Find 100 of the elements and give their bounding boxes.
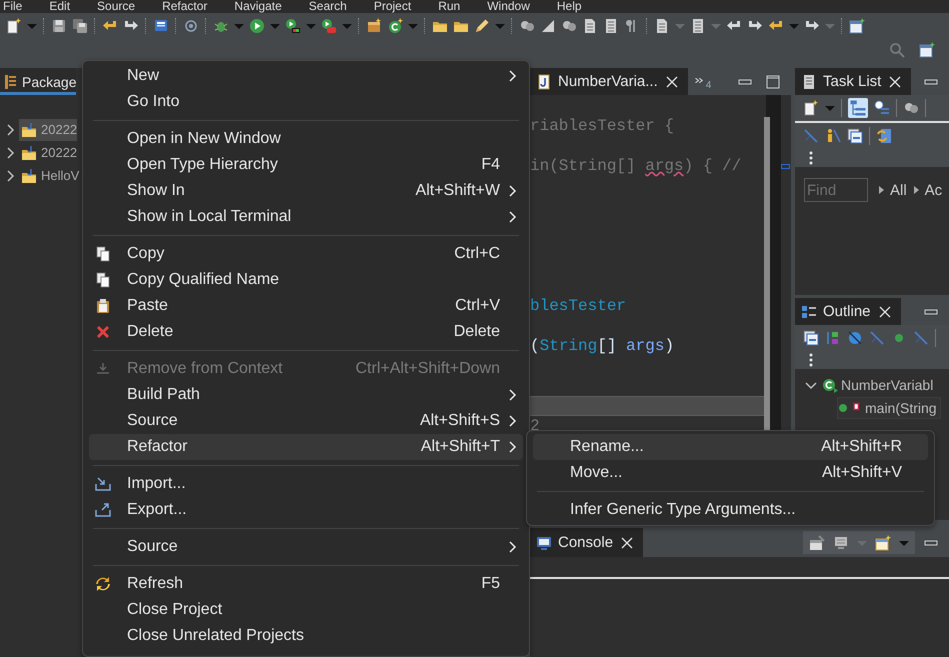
run-icon[interactable] <box>249 18 265 34</box>
close-icon[interactable] <box>876 304 893 320</box>
code-line: in(String[] args) { // <box>530 156 742 176</box>
menu-bar-item[interactable]: Search <box>308 0 347 13</box>
view-tab[interactable]: NumberVaria... <box>530 68 688 95</box>
list-icon[interactable] <box>603 18 619 34</box>
perspective-icon[interactable] <box>849 18 865 34</box>
project-folder-icon <box>21 144 37 160</box>
menu-bar-item[interactable]: Refactor <box>162 0 208 13</box>
menu-item[interactable]: Show in Local Terminal <box>89 204 523 230</box>
menu-item[interactable]: Close Project <box>89 597 523 623</box>
menu-item[interactable]: Move... Alt+Shift+V <box>533 460 928 486</box>
menu-bar-item[interactable]: Navigate <box>234 0 282 13</box>
menu-item[interactable]: Show In Alt+Shift+W <box>89 178 523 204</box>
menu-item[interactable]: Infer Generic Type Arguments... <box>533 497 928 523</box>
class-icon <box>822 376 838 392</box>
tree-item[interactable]: main(String <box>837 396 941 418</box>
wedge-icon[interactable] <box>540 18 556 34</box>
view-tab[interactable]: Package <box>0 68 76 95</box>
menu-bar-item[interactable]: Edit <box>49 0 70 13</box>
view-tab[interactable]: Outline <box>795 298 901 325</box>
filter-link[interactable]: Ac <box>924 182 942 198</box>
java-file-icon <box>536 74 552 90</box>
monitor-icon[interactable] <box>833 534 849 550</box>
close-icon[interactable] <box>887 74 904 90</box>
menu-item[interactable]: New <box>89 63 523 89</box>
run-coverage-icon[interactable] <box>285 18 301 34</box>
tree-item[interactable]: 20222 <box>19 142 78 164</box>
save-all-icon[interactable] <box>72 18 88 34</box>
menu-item[interactable]: Copy Qualified Name <box>89 267 523 293</box>
hidden-tabs-indicator[interactable]: 4 <box>688 68 718 95</box>
import-icon <box>95 476 111 492</box>
menu-item[interactable]: Rename... Alt+Shift+R <box>533 434 928 460</box>
find-field[interactable]: Find <box>804 178 868 202</box>
menu-item[interactable]: Refresh F5 <box>89 571 523 597</box>
new-console-icon[interactable] <box>875 534 891 550</box>
menu-item[interactable]: Go Into <box>89 89 523 115</box>
menu-item[interactable]: Build Path <box>89 382 523 408</box>
code-line: riablesTester { <box>530 116 676 136</box>
menu-item[interactable]: Paste Ctrl+V <box>89 293 523 319</box>
tree-item[interactable]: 20222 <box>19 118 78 140</box>
down-arrow-icon <box>95 361 111 377</box>
project-folder-icon <box>21 168 37 184</box>
new-file-icon[interactable] <box>6 18 22 34</box>
menu-bar-item[interactable]: Project <box>374 0 412 13</box>
package-view-icon <box>3 74 19 90</box>
clock-tree-icon[interactable] <box>874 100 890 116</box>
close-icon[interactable] <box>664 74 680 90</box>
package-icon[interactable] <box>366 18 382 34</box>
menu-bar-item[interactable]: File <box>3 0 22 13</box>
menu-bar-item[interactable]: Run <box>438 0 460 13</box>
sort-icon[interactable] <box>825 330 841 346</box>
run-external-icon[interactable] <box>321 18 337 34</box>
menu-item[interactable]: Source Alt+Shift+S <box>89 408 523 434</box>
collapse-icon[interactable] <box>847 128 863 144</box>
menu-bar-item[interactable]: Window <box>487 0 530 13</box>
delete-icon <box>95 324 111 340</box>
copy-icon <box>95 272 111 288</box>
perspective-icon[interactable] <box>919 42 935 58</box>
code-line: (String[] args) <box>530 336 676 356</box>
circles-icon[interactable] <box>903 100 919 116</box>
sync-icon[interactable] <box>876 128 892 144</box>
collapse-icon[interactable] <box>803 330 819 346</box>
task-list-icon <box>801 74 817 90</box>
window-icon[interactable] <box>153 18 169 34</box>
document-icon[interactable] <box>582 18 598 34</box>
code-line: blesTester <box>530 296 628 316</box>
menu-item[interactable]: Source <box>89 534 523 560</box>
menu-item[interactable]: Copy Ctrl+C <box>89 241 523 267</box>
maximize-icon[interactable] <box>765 74 781 90</box>
target-icon[interactable] <box>183 18 199 34</box>
pencil-icon[interactable] <box>474 18 490 34</box>
menu-item[interactable]: Export... <box>89 497 523 523</box>
menu-item[interactable]: Open Type Hierarchy F4 <box>89 152 523 178</box>
tree-item[interactable]: NumberVariabl <box>822 374 934 396</box>
code-line: 2 <box>530 416 541 436</box>
tree-icon[interactable] <box>848 98 868 118</box>
pin-window-icon[interactable] <box>809 534 825 550</box>
view-tab[interactable]: Task List <box>795 68 912 95</box>
menu-item[interactable]: Open in New Window <box>89 126 523 152</box>
menu-bar-item[interactable]: Help <box>556 0 582 13</box>
menu-item[interactable]: Refactor Alt+Shift+T <box>89 434 523 460</box>
menu-item[interactable]: Import... <box>89 471 523 497</box>
tree-item[interactable]: HelloV <box>19 164 80 186</box>
menu-bar-item[interactable]: Source <box>97 0 136 13</box>
document-icon[interactable] <box>654 18 670 34</box>
filter-link[interactable]: All <box>890 182 907 198</box>
class-icon[interactable] <box>387 18 403 34</box>
console-icon <box>536 534 552 550</box>
view-tab[interactable]: Console <box>530 528 644 557</box>
menu-item[interactable]: Close Unrelated Projects <box>89 623 523 649</box>
save-icon[interactable] <box>51 18 67 34</box>
globe-icon[interactable] <box>847 330 863 346</box>
project-folder-icon <box>21 122 37 138</box>
document-icon[interactable] <box>690 18 706 34</box>
close-icon[interactable] <box>619 534 636 550</box>
menu-item[interactable]: Delete Delete <box>89 319 523 345</box>
person-icon[interactable] <box>825 128 841 144</box>
refresh-icon <box>95 576 111 592</box>
new-task-icon[interactable] <box>803 100 819 116</box>
